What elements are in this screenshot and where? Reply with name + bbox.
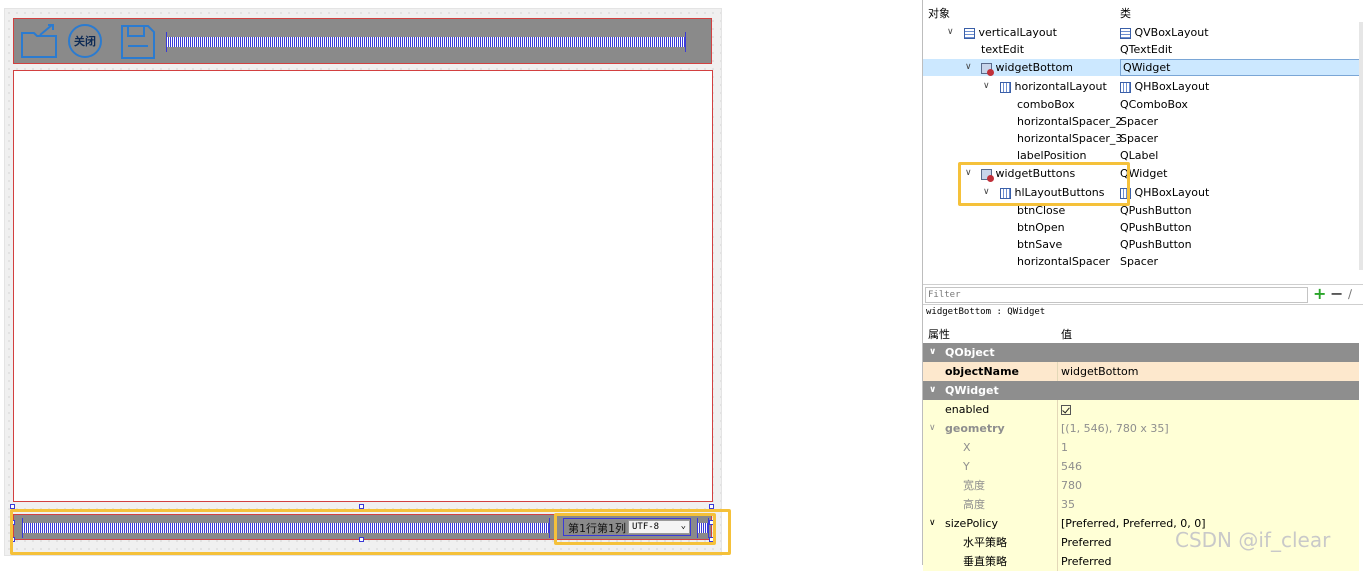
tree-row[interactable]: textEdit QTextEdit <box>923 41 1359 58</box>
widget-icon <box>981 62 994 76</box>
filter-input[interactable]: Filter <box>925 287 1308 303</box>
vbox-layout-icon <box>1120 27 1131 39</box>
tree-row[interactable]: btnSave QPushButton <box>923 236 1359 253</box>
value-column-header[interactable]: 值 <box>1061 326 1072 342</box>
property-row[interactable]: objectName widgetBottom <box>923 362 1359 381</box>
tree-row[interactable]: comboBox QComboBox <box>923 96 1359 113</box>
property-row[interactable]: X 1 <box>923 438 1359 457</box>
close-button[interactable]: 关闭 <box>68 24 102 58</box>
property-header: 属性 值 <box>923 321 1363 343</box>
selected-object-label: widgetBottom : QWidget <box>926 307 1046 317</box>
property-row[interactable]: 垂直策略 Preferred <box>923 552 1359 571</box>
property-group[interactable]: ∨ QWidget <box>923 381 1359 400</box>
chevron-down-icon[interactable]: ∨ <box>929 419 936 438</box>
tree-row-selected[interactable]: ∨ widgetBottom QWidget <box>923 59 1362 76</box>
chevron-down-icon[interactable]: ∨ <box>929 381 936 400</box>
object-column-header[interactable]: 对象 <box>928 5 950 21</box>
class-column-header[interactable]: 类 <box>1120 5 1131 21</box>
tree-row[interactable]: ∨ verticalLayout QVBoxLayout <box>923 24 1359 41</box>
horizontal-spacer[interactable] <box>166 32 686 52</box>
folder-open-icon[interactable] <box>20 23 62 62</box>
text-edit[interactable] <box>13 70 713 502</box>
minus-icon[interactable]: − <box>1330 286 1343 302</box>
chevron-down-icon[interactable]: ∨ <box>965 59 972 76</box>
tree-row[interactable]: horizontalSpacer Spacer <box>923 253 1359 270</box>
vbox-layout-icon <box>964 27 975 39</box>
highlight-box <box>958 162 1130 206</box>
hbox-layout-icon <box>1000 81 1011 93</box>
tree-row[interactable]: btnOpen QPushButton <box>923 219 1359 236</box>
watermark: CSDN @if_clear <box>1175 528 1331 552</box>
chevron-down-icon[interactable]: ∨ <box>947 24 954 41</box>
plus-icon[interactable]: + <box>1313 286 1326 302</box>
wrench-icon[interactable]: ∕ <box>1348 286 1352 302</box>
highlight-box <box>554 513 716 545</box>
designer-canvas[interactable]: 关闭 第1行第1列 UTF-8 ⌄ <box>0 0 921 565</box>
property-row[interactable]: ∨ geometry [(1, 546), 780 x 35] <box>923 419 1359 438</box>
property-row[interactable]: 宽度 780 <box>923 476 1359 495</box>
checkbox-checked[interactable] <box>1061 405 1071 415</box>
chevron-down-icon[interactable]: ∨ <box>983 78 990 95</box>
hbox-layout-icon <box>1120 81 1131 93</box>
property-row[interactable]: Y 546 <box>923 457 1359 476</box>
tree-row[interactable]: horizontalSpacer_3 Spacer <box>923 130 1359 147</box>
property-column-header[interactable]: 属性 <box>928 326 950 342</box>
tree-scrollbar[interactable] <box>1359 22 1363 270</box>
widget-buttons[interactable]: 关闭 <box>13 18 712 64</box>
tree-row[interactable]: horizontalSpacer_2 Spacer <box>923 113 1359 130</box>
chevron-down-icon[interactable]: ∨ <box>929 343 936 362</box>
right-panel: 对象 类 ∨ verticalLayout QVBoxLayout textEd… <box>922 0 1363 571</box>
property-row[interactable]: enabled <box>923 400 1359 419</box>
filter-bar: Filter + − ∕ <box>923 284 1363 305</box>
property-row[interactable]: 高度 35 <box>923 495 1359 514</box>
save-icon[interactable] <box>120 24 156 63</box>
chevron-down-icon[interactable]: ∨ <box>929 514 936 533</box>
property-group[interactable]: ∨ QObject <box>923 343 1359 362</box>
object-tree-header: 对象 类 <box>923 0 1363 22</box>
tree-row[interactable]: ∨ horizontalLayout QHBoxLayout <box>923 78 1359 95</box>
